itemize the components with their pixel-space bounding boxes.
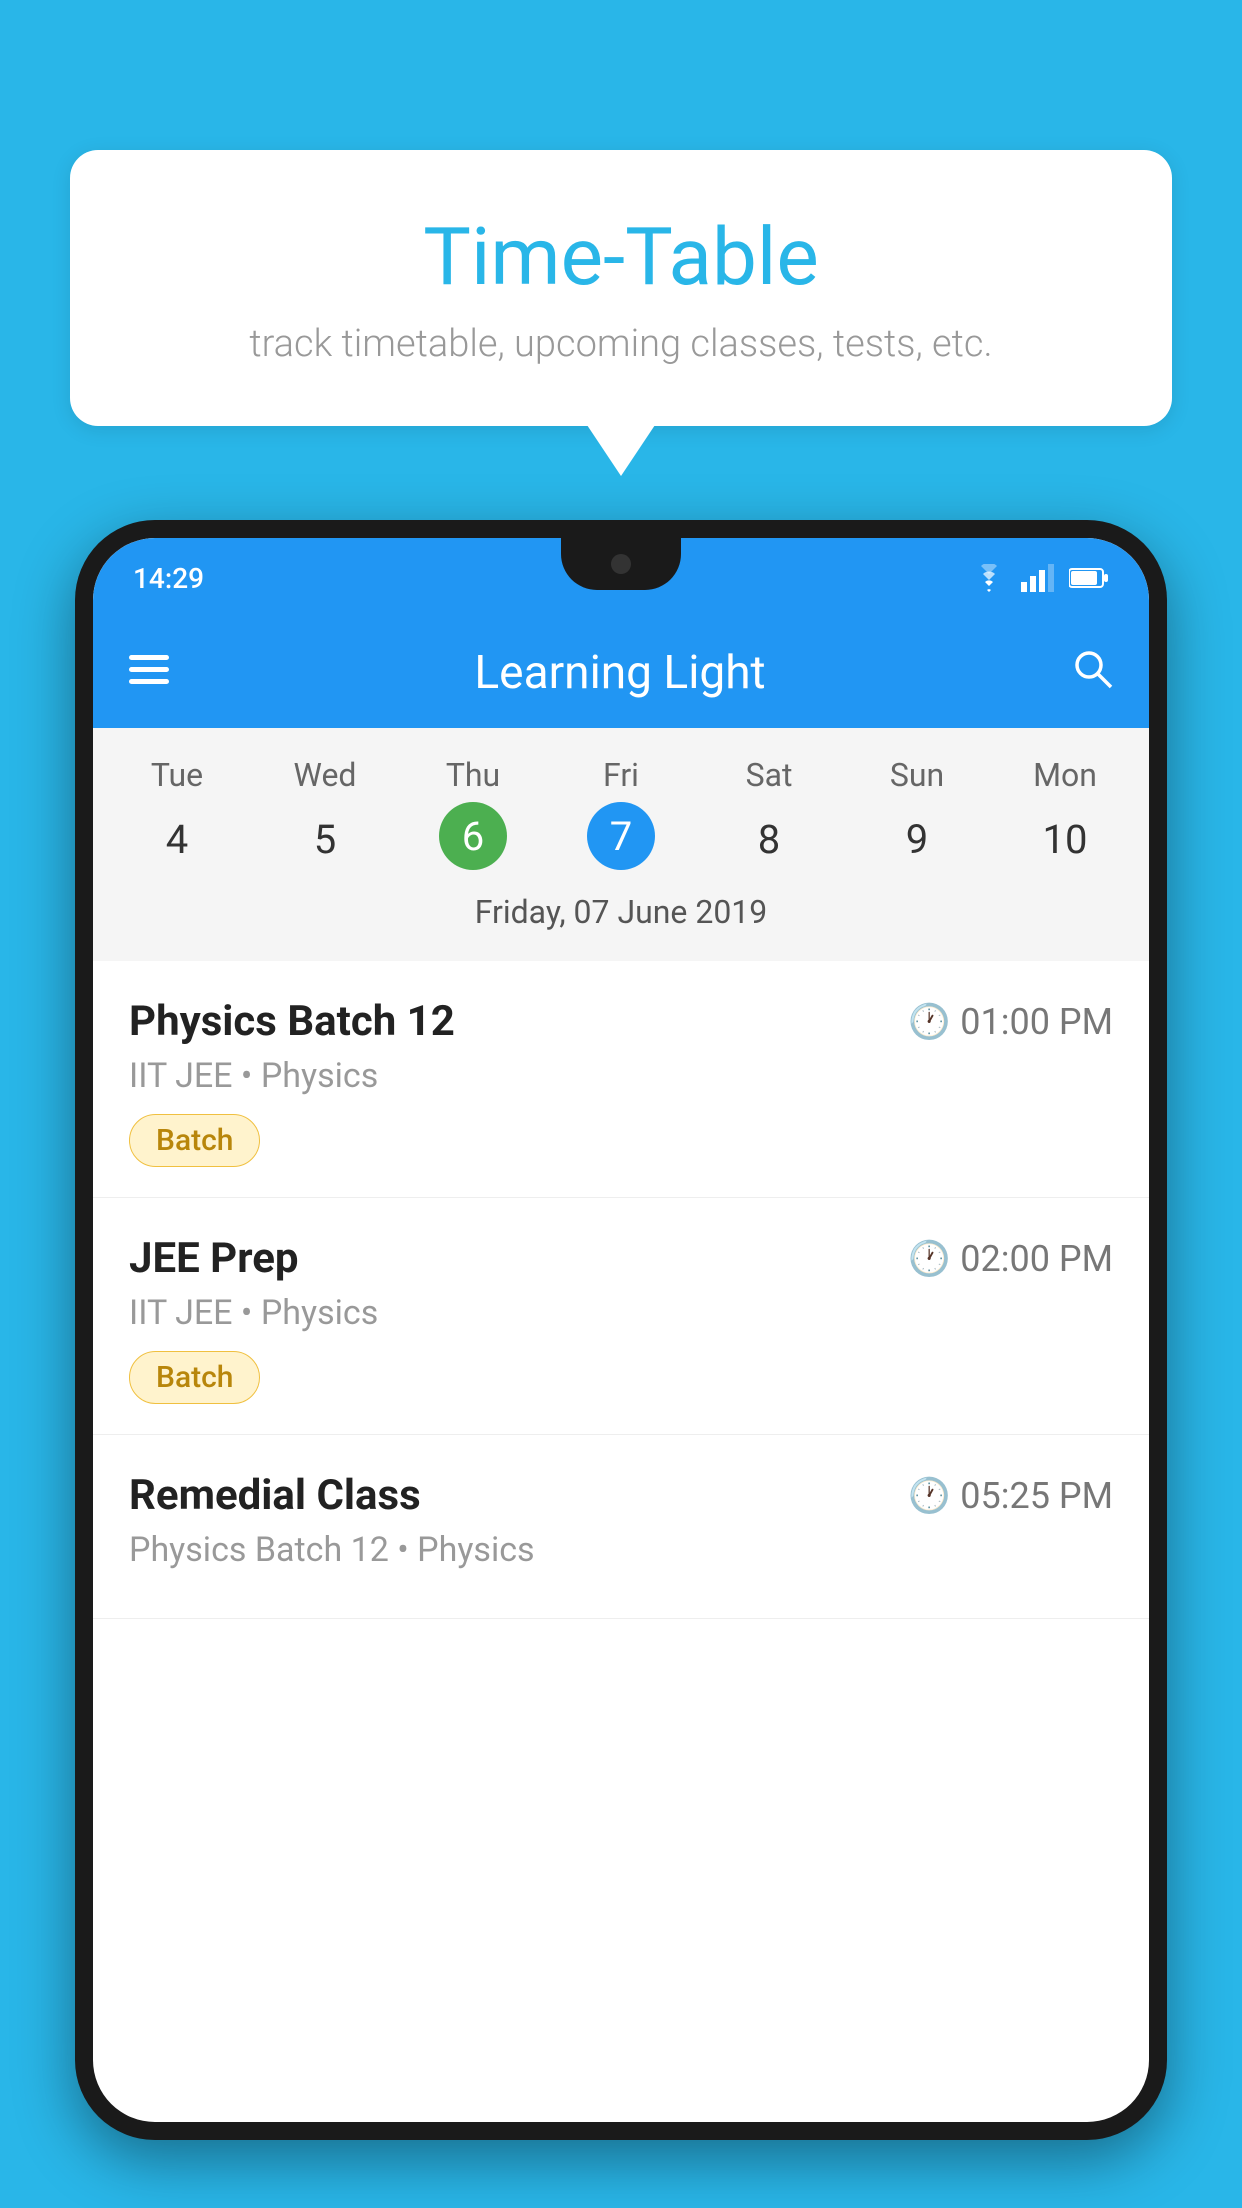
phone-screen: 14:29: [93, 538, 1149, 2122]
schedule-item-3-header: Remedial Class 🕐 05:25 PM: [129, 1471, 1113, 1520]
signal-icon: [1021, 564, 1055, 592]
day-5[interactable]: 5: [251, 802, 399, 877]
speech-bubble-container: Time-Table track timetable, upcoming cla…: [70, 150, 1172, 426]
day-header-sat: Sat: [695, 748, 843, 802]
day-header-mon: Mon: [991, 748, 1139, 802]
phone-notch: [561, 538, 681, 590]
schedule-item-1-header: Physics Batch 12 🕐 01:00 PM: [129, 997, 1113, 1046]
schedule-item-1[interactable]: Physics Batch 12 🕐 01:00 PM IIT JEE • Ph…: [93, 961, 1149, 1198]
day-8[interactable]: 8: [695, 802, 843, 877]
bubble-title: Time-Table: [120, 210, 1122, 304]
schedule-item-1-time-text: 01:00 PM: [960, 1001, 1113, 1043]
clock-icon-2: 🕐: [908, 1239, 950, 1279]
phone-outer: 14:29: [75, 520, 1167, 2140]
schedule-item-2[interactable]: JEE Prep 🕐 02:00 PM IIT JEE • Physics Ba…: [93, 1198, 1149, 1435]
clock-icon-1: 🕐: [908, 1002, 950, 1042]
day-header-wed: Wed: [251, 748, 399, 802]
day-header-fri: Fri: [547, 748, 695, 802]
status-time: 14:29: [133, 562, 204, 595]
day-6-today[interactable]: 6: [439, 802, 507, 870]
schedule-item-1-time: 🕐 01:00 PM: [908, 1001, 1113, 1043]
app-bar: Learning Light: [93, 618, 1149, 728]
wifi-icon: [971, 564, 1007, 592]
screen-inner: 14:29: [93, 538, 1149, 2122]
camera-dot: [611, 554, 631, 574]
day-header-thu: Thu: [399, 748, 547, 802]
clock-icon-3: 🕐: [908, 1476, 950, 1516]
app-title: Learning Light: [474, 646, 765, 700]
bubble-subtitle: track timetable, upcoming classes, tests…: [120, 322, 1122, 366]
schedule-item-3-time-text: 05:25 PM: [960, 1475, 1113, 1517]
schedule-item-3-time: 🕐 05:25 PM: [908, 1475, 1113, 1517]
day-7-selected[interactable]: 7: [587, 802, 655, 870]
menu-icon[interactable]: [129, 652, 169, 694]
schedule-item-3-subtitle: Physics Batch 12 • Physics: [129, 1530, 1113, 1570]
schedule-item-2-title: JEE Prep: [129, 1234, 299, 1283]
schedule-item-1-title: Physics Batch 12: [129, 997, 455, 1046]
status-icons: [971, 564, 1109, 592]
batch-badge-2: Batch: [129, 1351, 260, 1404]
day-header-tue: Tue: [103, 748, 251, 802]
selected-date-label: Friday, 07 June 2019: [93, 877, 1149, 951]
day-numbers: 4 5 6 7 8 9 10: [93, 802, 1149, 877]
schedule-item-2-subtitle: IIT JEE • Physics: [129, 1293, 1113, 1333]
day-headers: Tue Wed Thu Fri Sat Sun Mon: [93, 748, 1149, 802]
schedule-item-1-subtitle: IIT JEE • Physics: [129, 1056, 1113, 1096]
battery-icon: [1069, 566, 1109, 590]
schedule-item-2-header: JEE Prep 🕐 02:00 PM: [129, 1234, 1113, 1283]
schedule-item-3-title: Remedial Class: [129, 1471, 421, 1520]
schedule-content: Physics Batch 12 🕐 01:00 PM IIT JEE • Ph…: [93, 961, 1149, 1619]
batch-badge-1: Batch: [129, 1114, 260, 1167]
day-header-sun: Sun: [843, 748, 991, 802]
phone-frame: 14:29: [75, 520, 1167, 2208]
search-icon[interactable]: [1071, 647, 1113, 700]
schedule-item-2-time-text: 02:00 PM: [960, 1238, 1113, 1280]
calendar-strip: Tue Wed Thu Fri Sat Sun Mon 4 5 6 7 8: [93, 728, 1149, 961]
day-4[interactable]: 4: [103, 802, 251, 877]
speech-bubble: Time-Table track timetable, upcoming cla…: [70, 150, 1172, 426]
schedule-item-2-time: 🕐 02:00 PM: [908, 1238, 1113, 1280]
day-10[interactable]: 10: [991, 802, 1139, 877]
status-bar: 14:29: [93, 538, 1149, 618]
schedule-item-3[interactable]: Remedial Class 🕐 05:25 PM Physics Batch …: [93, 1435, 1149, 1619]
day-9[interactable]: 9: [843, 802, 991, 877]
